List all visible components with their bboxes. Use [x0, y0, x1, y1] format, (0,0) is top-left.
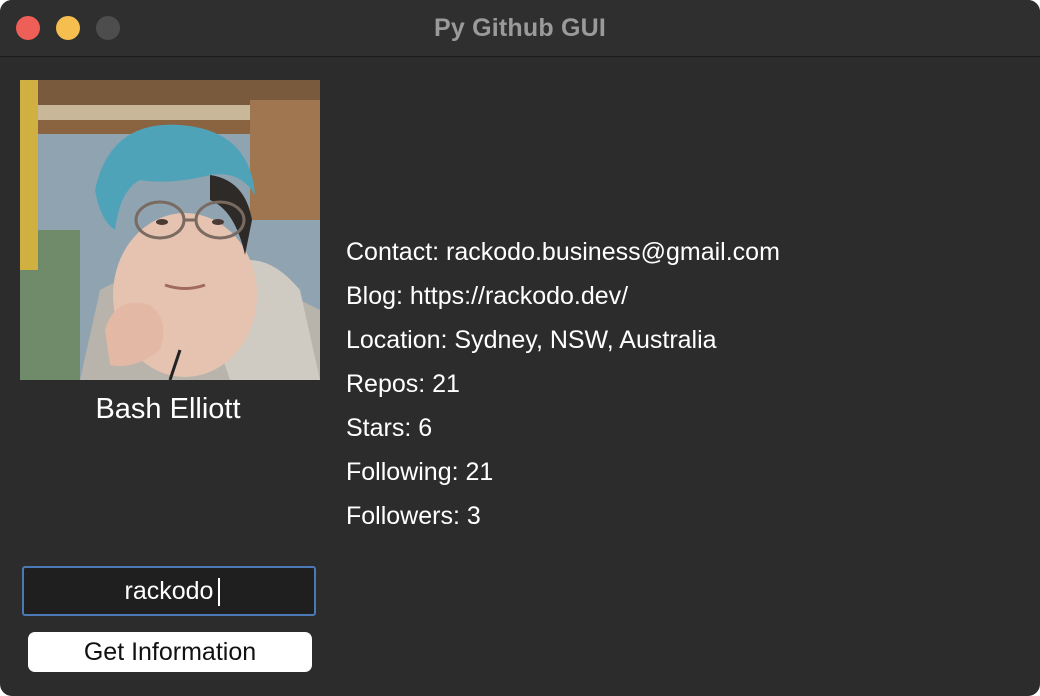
- followers-label: Followers: 3: [346, 502, 481, 530]
- stars-label: Stars: 6: [346, 414, 433, 442]
- blog-label: Blog: https://rackodo.dev/: [346, 282, 629, 310]
- following-label: Following: 21: [346, 458, 494, 486]
- avatar-image: [20, 80, 320, 380]
- text-caret: [218, 578, 220, 606]
- repos-label: Repos: 21: [346, 370, 460, 398]
- window-title: Py Github GUI: [433, 14, 607, 42]
- profile-info-panel: Contact: rackodo.business@gmail.com Blog…: [346, 230, 780, 538]
- location-label: Location: Sydney, NSW, Australia: [346, 326, 717, 354]
- contact-label: Contact: rackodo.business@gmail.com: [346, 238, 780, 266]
- avatar-photo-icon: [20, 80, 320, 380]
- username-input[interactable]: [22, 566, 316, 616]
- app-window: Py Github GUI Bash Elliott Contact: rack…: [0, 0, 1040, 696]
- get-information-button[interactable]: Get Information: [28, 632, 312, 672]
- title-bar[interactable]: Py Github GUI: [0, 0, 1040, 57]
- profile-name: Bash Elliott: [95, 393, 241, 425]
